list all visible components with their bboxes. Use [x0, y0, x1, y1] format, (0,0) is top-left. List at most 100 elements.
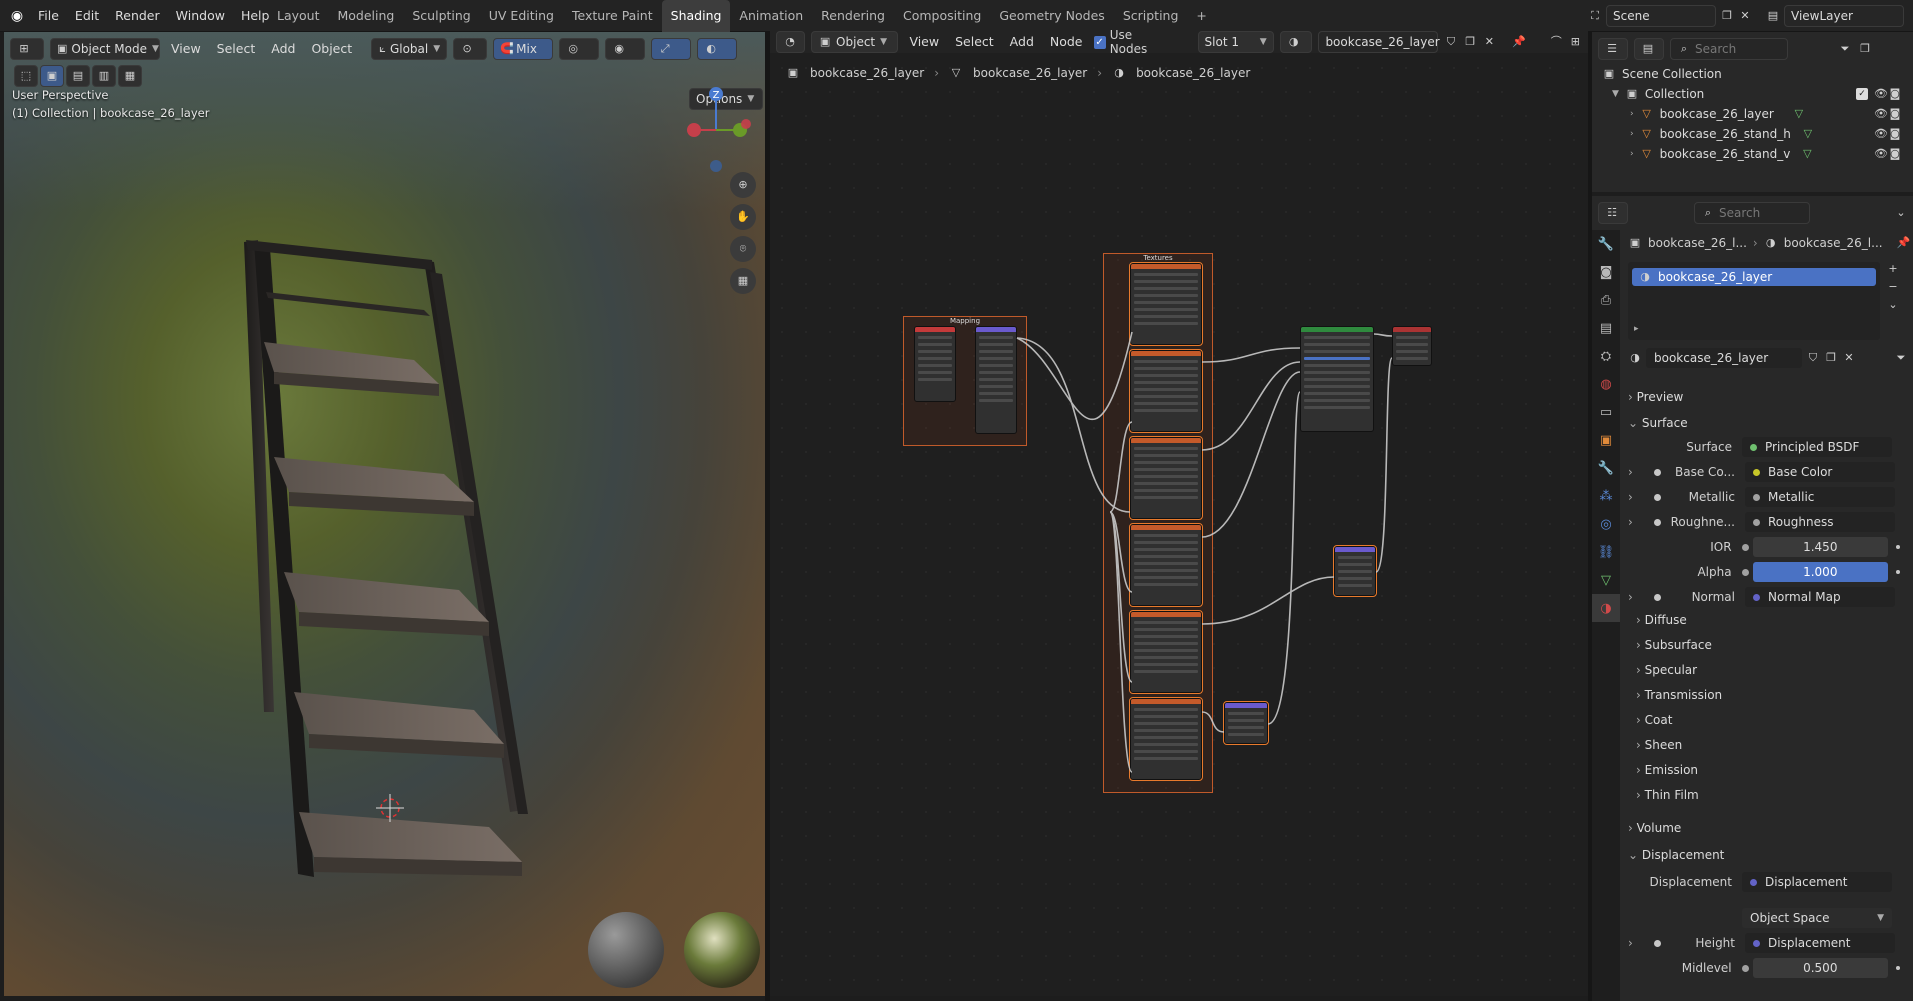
visibility-eye-icon[interactable]: 👁: [1874, 147, 1888, 161]
pivot-dropdown[interactable]: ⊙: [453, 38, 488, 60]
keyframe-dot-icon[interactable]: [1896, 570, 1900, 574]
visibility-eye-icon[interactable]: 👁: [1874, 107, 1888, 121]
render-camera-icon[interactable]: ◙: [1888, 147, 1902, 161]
neg-z-axis-handle[interactable]: [710, 160, 722, 172]
section-surface[interactable]: ⌄ Surface: [1628, 416, 1688, 430]
roughness-field[interactable]: Roughness: [1745, 512, 1895, 532]
unlink-icon[interactable]: ✕: [1842, 351, 1856, 365]
overlay-toggle[interactable]: ◐: [697, 38, 738, 60]
expand-chevron-icon[interactable]: ›: [1628, 936, 1654, 950]
section-specular[interactable]: › Specular: [1636, 663, 1697, 677]
expand-chevron-icon[interactable]: ›: [1630, 109, 1634, 119]
section-diffuse[interactable]: › Diffuse: [1636, 613, 1687, 627]
display-mode-dropdown[interactable]: ▤: [1634, 38, 1664, 60]
tab-world[interactable]: ◍: [1592, 370, 1620, 398]
alpha-slider[interactable]: 1.000: [1752, 562, 1889, 582]
select-extend-button[interactable]: ▤: [66, 65, 90, 87]
pan-button[interactable]: ✋: [730, 204, 756, 230]
duplicate-icon[interactable]: ❐: [1824, 351, 1838, 365]
render-camera-icon[interactable]: ◙: [1888, 87, 1902, 101]
add-slot-icon[interactable]: +: [1886, 262, 1900, 276]
keyframe-dot-icon[interactable]: [1654, 493, 1661, 501]
camera-view-button[interactable]: ⌾: [730, 236, 756, 262]
outliner-row-object-1[interactable]: › ▽ bookcase_26_layer ▽ 👁 ◙: [1630, 104, 1902, 124]
new-collection-icon[interactable]: ❐: [1858, 42, 1872, 56]
outliner-row-object-2[interactable]: › ▽ bookcase_26_stand_h ▽ 👁 ◙: [1630, 124, 1902, 144]
render-camera-icon[interactable]: ◙: [1888, 127, 1902, 141]
normal-field[interactable]: Normal Map: [1745, 587, 1895, 607]
tab-layout[interactable]: Layout: [268, 0, 329, 32]
link-type-icon[interactable]: ⏷: [1894, 351, 1908, 365]
ior-field[interactable]: 1.450: [1752, 537, 1889, 557]
section-sheen[interactable]: › Sheen: [1636, 738, 1682, 752]
section-coat[interactable]: › Coat: [1636, 713, 1672, 727]
transform-orientation-dropdown[interactable]: ⟀ Global ▼: [371, 38, 448, 60]
section-subsurface[interactable]: › Subsurface: [1636, 638, 1712, 652]
fake-user-icon[interactable]: ⛉: [1806, 351, 1820, 365]
tab-data[interactable]: ▽: [1592, 566, 1620, 594]
menu-window[interactable]: Window: [168, 0, 233, 32]
tab-tool[interactable]: 🔧: [1592, 230, 1620, 258]
midlevel-field[interactable]: 0.500: [1752, 958, 1889, 978]
menu-edit[interactable]: Edit: [67, 0, 107, 32]
tweak-tool-button[interactable]: ⬚: [14, 65, 38, 87]
properties-search-field[interactable]: ⌕ Search: [1694, 202, 1810, 224]
expand-chevron-icon[interactable]: ›: [1628, 465, 1654, 479]
outliner-search-field[interactable]: ⌕ Search: [1670, 38, 1788, 60]
keyframe-dot-icon[interactable]: [1654, 593, 1661, 601]
keyframe-dot-icon[interactable]: [1896, 966, 1900, 970]
expand-list-icon[interactable]: ▸: [1634, 324, 1639, 334]
editor-type-button[interactable]: ⊞: [10, 38, 44, 60]
tab-material[interactable]: ◑: [1592, 594, 1620, 622]
breadcrumb-material[interactable]: bookcase_26_l...: [1784, 236, 1883, 250]
tab-render[interactable]: ◙: [1592, 258, 1620, 286]
tab-physics[interactable]: ◎: [1592, 510, 1620, 538]
add-workspace-button[interactable]: +: [1187, 0, 1215, 32]
keyframe-dot-icon[interactable]: [1654, 518, 1661, 526]
keyframe-dot-icon[interactable]: [1896, 545, 1900, 549]
visibility-eye-icon[interactable]: 👁: [1874, 87, 1888, 101]
expand-chevron-icon[interactable]: ›: [1628, 490, 1654, 504]
ortho-toggle-button[interactable]: ▦: [730, 268, 756, 294]
expand-chevron-icon[interactable]: ▼: [1612, 89, 1619, 99]
viewport-menu-view[interactable]: View: [166, 38, 206, 60]
material-browse-icon[interactable]: ◑: [1628, 351, 1642, 365]
blender-logo-icon[interactable]: ◉: [10, 9, 24, 23]
viewport-menu-select[interactable]: Select: [212, 38, 261, 60]
tab-uv-editing[interactable]: UV Editing: [480, 0, 563, 32]
proportional-edit-button[interactable]: ◎: [559, 38, 600, 60]
tab-particles[interactable]: ⁂: [1592, 482, 1620, 510]
section-displacement[interactable]: ⌄ Displacement: [1628, 848, 1724, 862]
filter-icon[interactable]: ⏷: [1838, 42, 1852, 56]
select-intersect-button[interactable]: ▦: [118, 65, 142, 87]
x-axis-handle[interactable]: [687, 123, 701, 137]
render-camera-icon[interactable]: ◙: [1888, 107, 1902, 121]
expand-chevron-icon[interactable]: ›: [1628, 590, 1654, 604]
viewport-menu-add[interactable]: Add: [266, 38, 300, 60]
select-subtract-button[interactable]: ▥: [92, 65, 116, 87]
keyframe-dot-icon[interactable]: [1654, 468, 1661, 476]
outliner-row-collection[interactable]: ▼ ▣ Collection ✓ 👁 ◙: [1612, 84, 1902, 104]
outliner-editor-type-button[interactable]: ☰: [1598, 38, 1628, 60]
slot-menu-icon[interactable]: ⌄: [1886, 298, 1900, 312]
material-name-field[interactable]: bookcase_26_layer: [1646, 348, 1802, 368]
tab-animation[interactable]: Animation: [730, 0, 812, 32]
displacement-field[interactable]: Displacement: [1742, 872, 1892, 892]
tab-output[interactable]: ⎙: [1592, 286, 1620, 314]
expand-chevron-icon[interactable]: ›: [1630, 129, 1634, 139]
tab-constraints[interactable]: ⛓: [1592, 538, 1620, 566]
material-slot-list[interactable]: ◑ bookcase_26_layer ▸: [1628, 262, 1880, 340]
select-new-button[interactable]: ▣: [40, 65, 64, 87]
tab-collection[interactable]: ▭: [1592, 398, 1620, 426]
tab-rendering[interactable]: Rendering: [812, 0, 894, 32]
displacement-space-dropdown[interactable]: Object Space ▼: [1742, 908, 1892, 928]
outliner-row-object-3[interactable]: › ▽ bookcase_26_stand_v ▽ 👁 ◙: [1630, 144, 1902, 164]
outliner-row-scene-collection[interactable]: ▣ Scene Collection: [1602, 64, 1722, 84]
height-field[interactable]: Displacement: [1745, 933, 1895, 953]
section-volume[interactable]: › Volume: [1628, 821, 1681, 835]
zoom-button[interactable]: ⊕: [730, 172, 756, 198]
viewport-menu-object[interactable]: Object: [306, 38, 357, 60]
metallic-field[interactable]: Metallic: [1745, 487, 1895, 507]
surface-shader-field[interactable]: Principled BSDF: [1742, 437, 1892, 457]
gizmo-toggle[interactable]: ⤢: [651, 38, 692, 60]
